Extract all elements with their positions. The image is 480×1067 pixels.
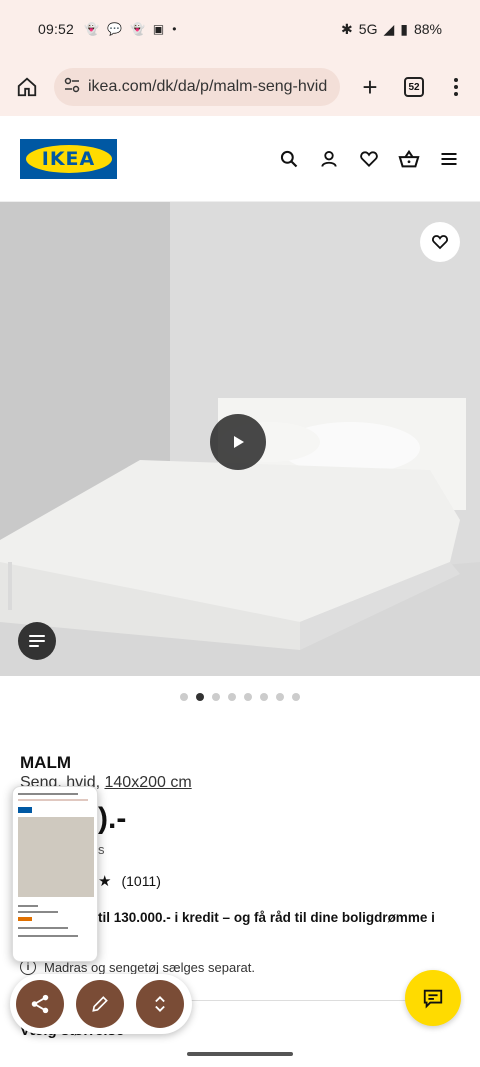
scroll-capture-button[interactable] <box>136 980 184 1028</box>
size-link[interactable]: 140x200 cm <box>105 774 192 791</box>
home-icon[interactable] <box>12 72 42 102</box>
tab-switcher-button[interactable]: 52 <box>404 77 424 97</box>
site-settings-icon[interactable] <box>64 77 80 98</box>
play-icon <box>234 436 244 448</box>
share-button[interactable] <box>16 980 64 1028</box>
browser-toolbar: ikea.com/dk/da/p/malm-seng-hvid + 52 <box>0 58 480 116</box>
review-count: (1011) <box>121 873 161 889</box>
rating-stars: ★ <box>98 873 114 890</box>
snapchat-icon: 👻 <box>129 22 145 36</box>
product-image[interactable] <box>0 202 480 676</box>
bluetooth-icon: ✱ <box>341 20 353 37</box>
ikea-logo[interactable]: IKEA <box>20 138 117 179</box>
status-bar: 09:52 👻 💬 👻 ▣ • ✱ 5G ◢ ▮ 88% <box>0 0 480 58</box>
credit-promo[interactable]: til 130.000.- i kredit – og få råd til d… <box>98 908 458 929</box>
messenger-icon: 💬 <box>107 22 122 36</box>
dot-icon: • <box>172 22 177 36</box>
signal-icon: ◢ <box>383 20 395 37</box>
notification-icons: 👻 💬 👻 ▣ • <box>84 22 176 36</box>
chat-icon <box>423 989 443 1009</box>
carousel-dot[interactable] <box>180 693 188 701</box>
menu-icon[interactable] <box>438 148 460 170</box>
play-video-button[interactable] <box>210 414 266 470</box>
browser-menu-button[interactable] <box>450 78 462 96</box>
product-name: MALM <box>20 753 71 772</box>
carousel-dot[interactable] <box>196 693 204 701</box>
snapchat-icon: 👻 <box>84 22 99 36</box>
carousel-dot[interactable] <box>292 693 300 701</box>
rating[interactable]: ★ (1011) <box>98 872 161 890</box>
carousel-dot[interactable] <box>260 693 268 701</box>
price-note: s <box>98 842 105 857</box>
share-icon <box>31 994 49 1014</box>
site-header: IKEA <box>0 116 480 202</box>
battery-icon: ▮ <box>400 20 408 37</box>
expand-icon <box>155 996 165 1012</box>
network-label: 5G <box>358 21 378 37</box>
logo-text: IKEA <box>41 147 96 170</box>
screenshot-tools <box>10 974 192 1034</box>
battery-level: 88% <box>413 21 442 37</box>
edit-button[interactable] <box>76 980 124 1028</box>
app-icon: ▣ <box>152 22 165 36</box>
address-bar[interactable]: ikea.com/dk/da/p/malm-seng-hvid <box>54 68 340 106</box>
new-tab-button[interactable]: + <box>356 73 384 101</box>
chat-button[interactable] <box>405 970 461 1026</box>
gesture-nav-handle[interactable] <box>187 1052 293 1056</box>
media-list-button[interactable] <box>18 622 56 660</box>
account-icon[interactable] <box>318 148 340 170</box>
carousel-dot[interactable] <box>276 693 284 701</box>
system-status: ✱ 5G ◢ ▮ 88% <box>341 21 442 38</box>
basket-icon[interactable] <box>398 148 420 170</box>
carousel-dot[interactable] <box>244 693 252 701</box>
product-price: ).- <box>98 802 127 835</box>
heart-icon[interactable] <box>358 148 380 170</box>
status-time: 09:52 <box>38 21 75 37</box>
carousel-indicator <box>0 693 480 701</box>
pencil-icon <box>92 996 108 1012</box>
url-text: ikea.com/dk/da/p/malm-seng-hvid <box>88 78 328 95</box>
carousel-dot[interactable] <box>228 693 236 701</box>
add-to-favorites-button[interactable] <box>420 222 460 262</box>
screenshot-preview[interactable] <box>12 786 98 962</box>
carousel-dot[interactable] <box>212 693 220 701</box>
search-icon[interactable] <box>278 148 300 170</box>
